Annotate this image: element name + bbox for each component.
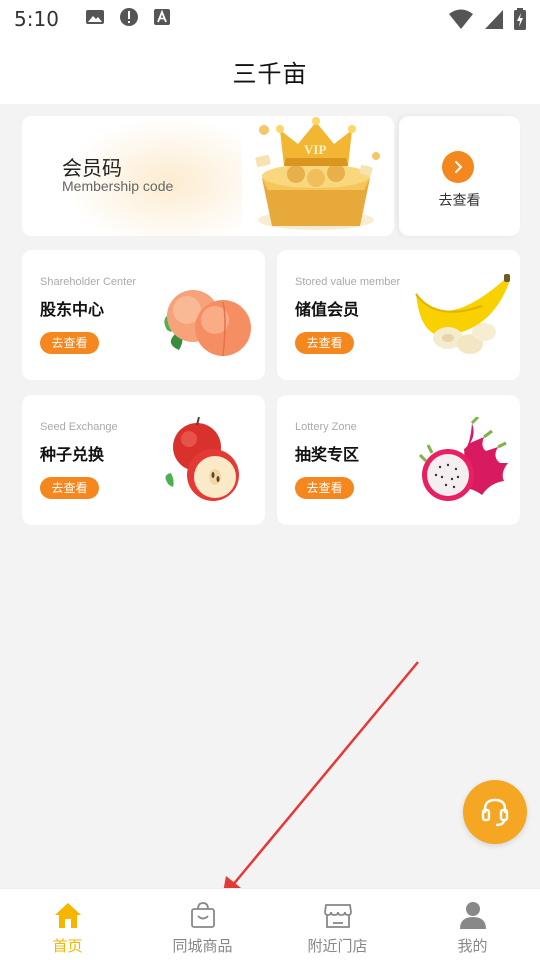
membership-subtitle: Membership code	[62, 178, 174, 194]
store-icon	[322, 899, 354, 931]
tab-home[interactable]: 首页	[0, 889, 135, 960]
view-button[interactable]: 去查看	[295, 332, 354, 354]
tab-mine[interactable]: 我的	[405, 889, 540, 960]
peach-icon	[164, 290, 251, 357]
customer-service-button[interactable]	[463, 780, 527, 844]
tile-cn-label: 抽奖专区	[295, 447, 360, 464]
tab-label: 首页	[52, 938, 83, 955]
title-bar: 三千亩	[0, 38, 540, 104]
home-icon	[52, 899, 84, 931]
vip-text: VIP	[304, 142, 326, 157]
tile-en-label: Seed Exchange	[40, 421, 118, 433]
view-membership-button[interactable]: 去查看	[399, 116, 520, 236]
tab-local-products[interactable]: 同城商品	[135, 889, 270, 960]
image-icon	[85, 8, 105, 31]
view-button[interactable]: 去查看	[40, 477, 99, 499]
tile-en-label: Stored value member	[295, 276, 401, 288]
status-time: 5:10	[14, 7, 59, 31]
vip-crown-icon: VIP	[255, 117, 380, 230]
shopping-bag-icon	[187, 899, 219, 931]
main-content: 会员码 Membership code VIP 去查看 Shareholder …	[0, 104, 540, 888]
tab-label: 附近门店	[307, 938, 368, 955]
tab-label: 我的	[457, 938, 488, 955]
tile-en-label: Shareholder Center	[40, 276, 137, 288]
alert-icon	[119, 7, 139, 32]
tab-label: 同城商品	[172, 938, 233, 955]
tab-nearby-stores[interactable]: 附近门店	[270, 889, 405, 960]
tile-seed-exchange[interactable]: Seed Exchange 种子兑换 去查看	[22, 395, 265, 525]
page-title: 三千亩	[232, 60, 308, 88]
banana-icon	[415, 274, 510, 354]
view-button[interactable]: 去查看	[40, 332, 99, 354]
membership-code-card[interactable]: 会员码 Membership code VIP	[22, 116, 394, 236]
tile-stored-value-member[interactable]: Stored value member 储值会员 去查看	[277, 250, 520, 380]
bottom-tab-bar: 首页 同城商品 附近门店 我的	[0, 888, 540, 960]
chevron-right-icon[interactable]	[442, 151, 474, 183]
tile-cn-label: 股东中心	[40, 302, 105, 319]
view-button[interactable]: 去查看	[295, 477, 354, 499]
battery-icon	[514, 8, 526, 35]
tile-lottery-zone[interactable]: Lottery Zone 抽奖专区 去查看	[277, 395, 520, 525]
headset-icon	[481, 798, 509, 827]
user-icon	[457, 899, 489, 931]
tile-cn-label: 种子兑换	[40, 447, 105, 464]
tile-shareholder-center[interactable]: Shareholder Center 股东中心 去查看	[22, 250, 265, 380]
status-bar: 5:10	[0, 0, 540, 38]
font-icon	[153, 8, 171, 31]
tile-cn-label: 储值会员	[295, 302, 360, 319]
dragon-fruit-icon	[418, 417, 508, 501]
view-label: 去查看	[438, 192, 481, 208]
tile-en-label: Lottery Zone	[295, 421, 357, 433]
wifi-icon	[448, 8, 474, 35]
apple-icon	[165, 417, 239, 501]
membership-title: 会员码	[62, 158, 122, 180]
signal-icon	[484, 8, 504, 35]
